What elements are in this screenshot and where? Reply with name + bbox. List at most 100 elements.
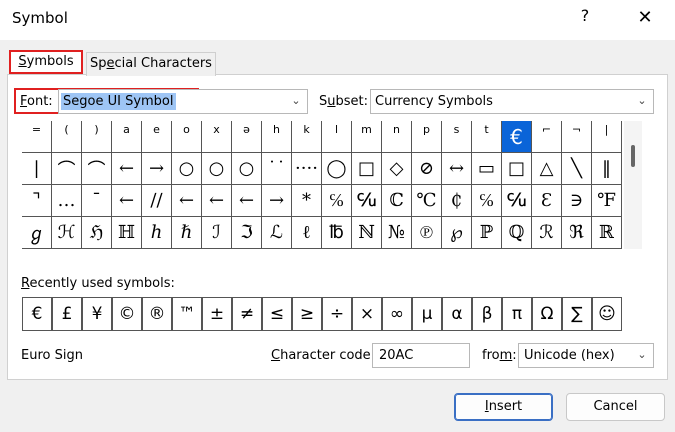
symbol-cell[interactable]: n (382, 121, 412, 153)
tab-special-characters[interactable]: Special Characters (86, 52, 216, 76)
symbol-cell[interactable]: ← (172, 185, 202, 217)
symbol-cell[interactable]: ◯ (322, 153, 352, 185)
symbol-cell[interactable]: ← (232, 185, 262, 217)
cancel-button[interactable]: Cancel (566, 393, 665, 421)
symbol-cell[interactable]: a (112, 121, 142, 153)
symbol-cell[interactable]: ( (52, 121, 82, 153)
symbol-cell[interactable]: ⌒ (82, 153, 112, 185)
symbol-cell[interactable]: o (172, 121, 202, 153)
symbol-cell[interactable]: Ɛ (532, 185, 562, 217)
recent-symbol-cell[interactable]: ☺ (592, 297, 622, 331)
recent-symbol-cell[interactable]: ∞ (382, 297, 412, 331)
close-button[interactable]: ✕ (630, 4, 660, 32)
symbol-cell[interactable]: ← (202, 185, 232, 217)
subset-combobox[interactable]: Currency Symbols ⌄ (370, 89, 654, 114)
symbol-cell[interactable]: № (382, 217, 412, 249)
symbol-cell[interactable]: ○ (172, 153, 202, 185)
symbol-grid[interactable]: =() a e o x ə h k l m n p s t € ⌐ ¬ | | ⌒ ⌒ ← → ○ ○ ○ ˙˙ ···· ◯ □ ◇ ⊘ ↔ ▭… (22, 121, 622, 249)
symbol-cell[interactable]: p (412, 121, 442, 153)
symbol-cell[interactable]: ‖ (592, 153, 622, 185)
recent-symbol-cell[interactable]: π (502, 297, 532, 331)
symbol-cell[interactable]: ℓ (292, 217, 322, 249)
symbol-cell[interactable]: ℂ (382, 185, 412, 217)
recent-symbol-cell[interactable]: ™ (172, 297, 202, 331)
recent-symbol-cell[interactable]: β (472, 297, 502, 331)
symbol-cell[interactable]: ╲ (562, 153, 592, 185)
symbol-cell[interactable]: ℘ (442, 217, 472, 249)
symbol-cell[interactable]: ˙˙ (262, 153, 292, 185)
symbol-cell[interactable]: … (52, 185, 82, 217)
symbol-cell[interactable]: ⌒ (52, 153, 82, 185)
symbol-cell[interactable]: ∕∕ (142, 185, 172, 217)
symbol-cell[interactable]: → (142, 153, 172, 185)
symbol-cell[interactable]: ℝ (592, 217, 622, 249)
symbol-cell[interactable]: ℗ (412, 217, 442, 249)
symbol-cell[interactable]: ℉ (592, 185, 622, 217)
symbol-cell[interactable]: ∋ (562, 185, 592, 217)
symbol-cell[interactable]: ℒ (262, 217, 292, 249)
symbol-cell[interactable]: = (22, 121, 52, 153)
symbol-cell[interactable]: ℏ (172, 217, 202, 249)
recent-symbol-cell[interactable]: £ (52, 297, 82, 331)
symbol-cell[interactable]: m (352, 121, 382, 153)
recent-symbol-cell[interactable]: ≤ (262, 297, 292, 331)
from-combobox[interactable]: Unicode (hex) ⌄ (518, 343, 654, 368)
symbol-cell[interactable]: ○ (232, 153, 262, 185)
insert-button[interactable]: Insert (454, 393, 553, 421)
recent-symbol-cell[interactable]: µ (412, 297, 442, 331)
symbol-cell[interactable]: ¯ (82, 185, 112, 217)
recent-symbol-cell[interactable]: × (352, 297, 382, 331)
symbol-cell[interactable]: ℚ (502, 217, 532, 249)
symbol-cell[interactable]: □ (352, 153, 382, 185)
recent-symbols-row[interactable]: € £ ¥ © ® ™ ± ≠ ≤ ≥ ÷ × ∞ µ α β π Ω ∑ ☺ (22, 297, 622, 331)
symbol-cell[interactable]: △ (532, 153, 562, 185)
symbol-cell[interactable]: ℐ (202, 217, 232, 249)
symbol-cell[interactable]: h (262, 121, 292, 153)
symbol-cell[interactable]: ℔ (322, 217, 352, 249)
symbol-cell[interactable]: ← (112, 153, 142, 185)
chevron-down-icon[interactable]: ⌄ (287, 92, 305, 110)
symbol-cell[interactable]: ℆ (502, 185, 532, 217)
symbol-cell[interactable]: l (322, 121, 352, 153)
symbol-cell[interactable]: ℅ (472, 185, 502, 217)
recent-symbol-cell[interactable]: α (442, 297, 472, 331)
recent-symbol-cell[interactable]: ∑ (562, 297, 592, 331)
symbol-cell[interactable]: ···· (292, 153, 322, 185)
symbol-cell[interactable]: e (142, 121, 172, 153)
recent-symbol-cell[interactable]: Ω (532, 297, 562, 331)
symbol-cell[interactable]: ⌝ (22, 185, 52, 217)
symbol-cell[interactable]: | (592, 121, 622, 153)
symbol-cell[interactable]: ℕ (352, 217, 382, 249)
recent-symbol-cell[interactable]: ≠ (232, 297, 262, 331)
symbol-cell[interactable]: ₵ (442, 185, 472, 217)
symbol-cell[interactable]: ℙ (472, 217, 502, 249)
grid-scrollbar[interactable] (624, 121, 642, 249)
symbol-cell[interactable]: x (202, 121, 232, 153)
symbol-cell[interactable]: | (22, 153, 52, 185)
symbol-cell[interactable]: ⊘ (412, 153, 442, 185)
symbol-cell[interactable]: ○ (202, 153, 232, 185)
symbol-cell[interactable]: → (262, 185, 292, 217)
recent-symbol-cell[interactable]: € (22, 297, 52, 331)
symbol-cell[interactable]: ℋ (52, 217, 82, 249)
recent-symbol-cell[interactable]: ≥ (292, 297, 322, 331)
character-code-input[interactable]: 20AC (372, 343, 470, 368)
symbol-cell[interactable]: □ (502, 153, 532, 185)
symbol-cell[interactable]: ℌ (82, 217, 112, 249)
recent-symbol-cell[interactable]: ± (202, 297, 232, 331)
symbol-cell[interactable]: ℅ (322, 185, 352, 217)
symbol-cell[interactable]: s (442, 121, 472, 153)
symbol-cell[interactable]: ) (82, 121, 112, 153)
symbol-cell[interactable]: ℛ (532, 217, 562, 249)
symbol-cell[interactable]: ℊ (22, 217, 52, 249)
symbol-cell[interactable]: t (472, 121, 502, 153)
recent-symbol-cell[interactable]: ® (142, 297, 172, 331)
symbol-cell[interactable]: ℎ (142, 217, 172, 249)
symbol-cell[interactable]: ◇ (382, 153, 412, 185)
chevron-down-icon[interactable]: ⌄ (633, 92, 651, 110)
recent-symbol-cell[interactable]: ¥ (82, 297, 112, 331)
symbol-cell[interactable]: ▭ (472, 153, 502, 185)
symbol-cell[interactable]: ℆ (352, 185, 382, 217)
tab-symbols[interactable]: Symbols (9, 50, 83, 74)
symbol-cell[interactable]: k (292, 121, 322, 153)
